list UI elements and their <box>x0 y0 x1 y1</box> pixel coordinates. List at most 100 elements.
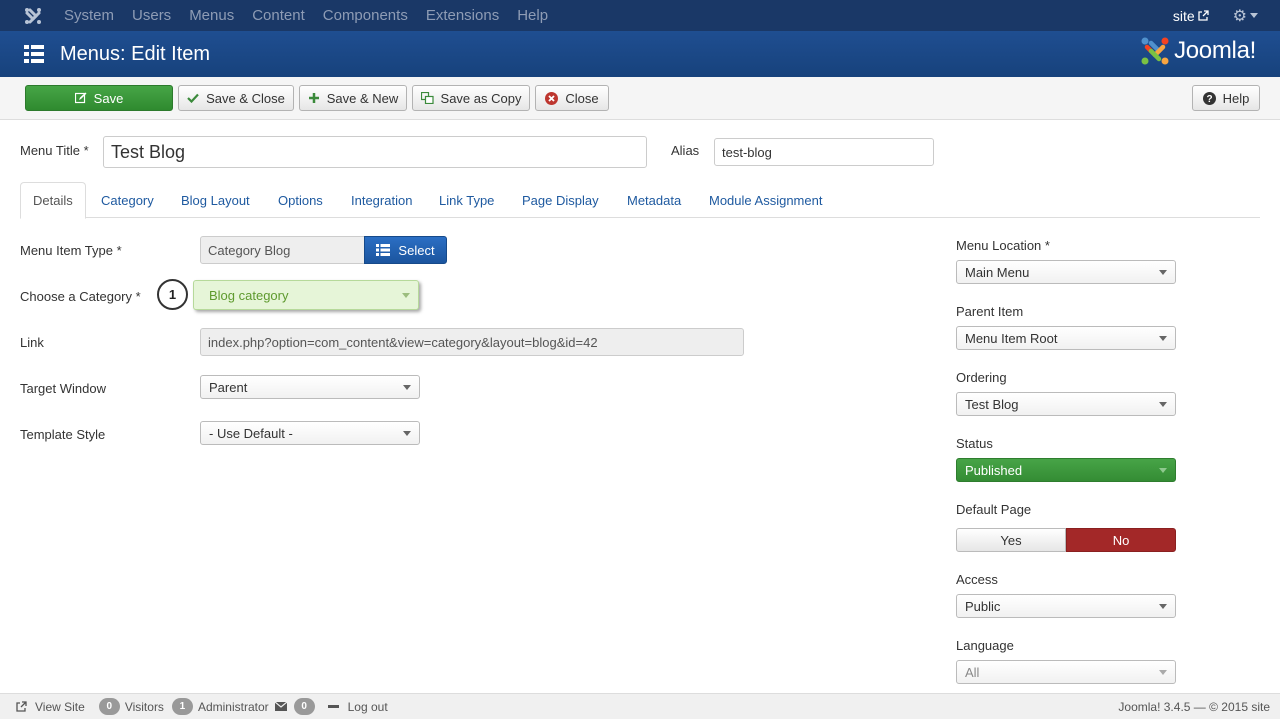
link-value: index.php?option=com_content&view=catego… <box>208 334 598 350</box>
menu-title-value: Test Blog <box>111 141 186 162</box>
version-text: Joomla! 3.4.5 — © 2015 site <box>1118 699 1270 714</box>
save-new-label: Save & New <box>326 90 399 106</box>
default-yes-button[interactable]: Yes <box>956 528 1066 552</box>
ordering-label: Ordering <box>956 370 1007 385</box>
language-select[interactable]: All <box>956 660 1176 684</box>
status-footer: View Site 0 Visitors 1 Administrator 0 L… <box>0 693 1280 719</box>
select-type-button[interactable]: Select <box>364 236 447 264</box>
external-link-icon <box>1198 10 1209 21</box>
alias-input[interactable]: test-blog <box>714 138 934 166</box>
chevron-down-icon <box>403 431 411 436</box>
tab-module-assignment[interactable]: Module Assignment <box>709 182 822 218</box>
status-select[interactable]: Published <box>956 458 1176 482</box>
page-header: Menus: Edit Item Joomla! <box>0 31 1280 77</box>
save-copy-label: Save as Copy <box>440 90 522 106</box>
menu-item-type-value: Category Blog <box>208 242 291 258</box>
chevron-down-icon <box>1159 670 1167 675</box>
nav-menus[interactable]: Menus <box>189 7 234 24</box>
nav-components[interactable]: Components <box>323 7 408 24</box>
joomla-brand-icon <box>1141 37 1169 65</box>
logout-label: Log out <box>347 699 388 714</box>
tab-metadata[interactable]: Metadata <box>627 182 681 218</box>
menu-item-type-label: Menu Item Type * <box>20 243 122 258</box>
save-button[interactable]: Save <box>25 85 173 111</box>
parent-item-select[interactable]: Menu Item Root <box>956 326 1176 350</box>
chevron-down-icon <box>1159 604 1167 609</box>
minus-icon <box>327 705 339 708</box>
menu-location-select[interactable]: Main Menu <box>956 260 1176 284</box>
ordering-select[interactable]: Test Blog <box>956 392 1176 416</box>
save-new-button[interactable]: Save & New <box>299 85 407 111</box>
nav-content[interactable]: Content <box>252 7 305 24</box>
link-label: Link <box>20 335 44 350</box>
category-select[interactable]: Blog category <box>193 280 419 310</box>
envelope-icon <box>274 702 287 711</box>
tab-page-display[interactable]: Page Display <box>522 182 599 218</box>
save-close-button[interactable]: Save & Close <box>178 85 294 111</box>
alias-label: Alias <box>671 143 700 158</box>
nav-users[interactable]: Users <box>132 7 171 24</box>
category-value: Blog category <box>209 287 289 303</box>
site-link-label: site <box>1172 7 1195 24</box>
save-close-label: Save & Close <box>206 90 285 106</box>
chevron-down-icon <box>1159 270 1167 275</box>
tab-details[interactable]: Details <box>20 182 86 219</box>
top-navbar: System Users Menus Content Components Ex… <box>0 0 1280 31</box>
save-label: Save <box>93 90 124 106</box>
save-copy-button[interactable]: Save as Copy <box>412 85 530 111</box>
check-icon <box>187 93 199 103</box>
close-icon <box>545 91 559 105</box>
view-site-link[interactable]: View Site <box>16 700 85 714</box>
visitors-label: Visitors <box>124 699 164 714</box>
chevron-down-icon <box>403 385 411 390</box>
tab-integration[interactable]: Integration <box>351 182 412 218</box>
step-marker: 1 <box>157 279 188 310</box>
close-label: Close <box>565 90 599 106</box>
plus-icon <box>308 92 320 104</box>
tab-blog-layout[interactable]: Blog Layout <box>181 182 250 218</box>
access-select[interactable]: Public <box>956 594 1176 618</box>
select-label: Select <box>398 242 435 258</box>
help-button[interactable]: ? Help <box>1192 85 1260 111</box>
nav-help[interactable]: Help <box>517 7 548 24</box>
link-field: index.php?option=com_content&view=catego… <box>200 328 744 356</box>
external-link-icon <box>16 701 27 712</box>
visitors-indicator[interactable]: 0 Visitors <box>98 698 164 715</box>
list-icon <box>376 244 391 256</box>
menu-title-label: Menu Title * <box>20 143 89 158</box>
category-label: Choose a Category * <box>20 289 141 304</box>
target-window-select[interactable]: Parent <box>200 375 420 399</box>
default-no-button[interactable]: No <box>1066 528 1176 552</box>
copy-icon <box>420 92 434 104</box>
nav-extensions[interactable]: Extensions <box>426 7 499 24</box>
template-style-value: - Use Default - <box>209 425 293 441</box>
tab-link-type[interactable]: Link Type <box>439 182 494 218</box>
caret-down-icon <box>1250 13 1258 18</box>
settings-dropdown[interactable]: ⚙ <box>1233 6 1258 26</box>
status-value: Published <box>965 462 1023 478</box>
tab-category[interactable]: Category <box>101 182 154 218</box>
close-button[interactable]: Close <box>535 85 609 111</box>
template-style-label: Template Style <box>20 427 106 442</box>
target-window-value: Parent <box>209 379 248 395</box>
logout-link[interactable]: Log out <box>327 699 388 714</box>
chevron-down-icon <box>1159 402 1167 407</box>
ordering-value: Test Blog <box>965 396 1019 412</box>
site-link[interactable]: site <box>1173 8 1209 24</box>
chevron-down-icon <box>1159 468 1167 473</box>
admin-indicator[interactable]: 1 Administrator <box>171 698 269 715</box>
language-label: Language <box>956 638 1014 653</box>
visitors-badge: 0 <box>98 698 120 715</box>
joomla-logo-icon[interactable] <box>22 5 44 27</box>
edit-icon <box>74 92 87 104</box>
template-style-select[interactable]: - Use Default - <box>200 421 420 445</box>
chevron-down-icon <box>1159 336 1167 341</box>
menu-title-input[interactable]: Test Blog <box>103 136 647 168</box>
tab-bar: Details Category Blog Layout Options Int… <box>20 182 1260 219</box>
messages-indicator[interactable]: 0 <box>274 698 320 715</box>
parent-item-label: Parent Item <box>956 304 1024 319</box>
joomla-brand: Joomla! <box>1140 36 1256 66</box>
svg-text:?: ? <box>1206 94 1212 105</box>
tab-options[interactable]: Options <box>278 182 323 218</box>
nav-system[interactable]: System <box>64 7 114 24</box>
